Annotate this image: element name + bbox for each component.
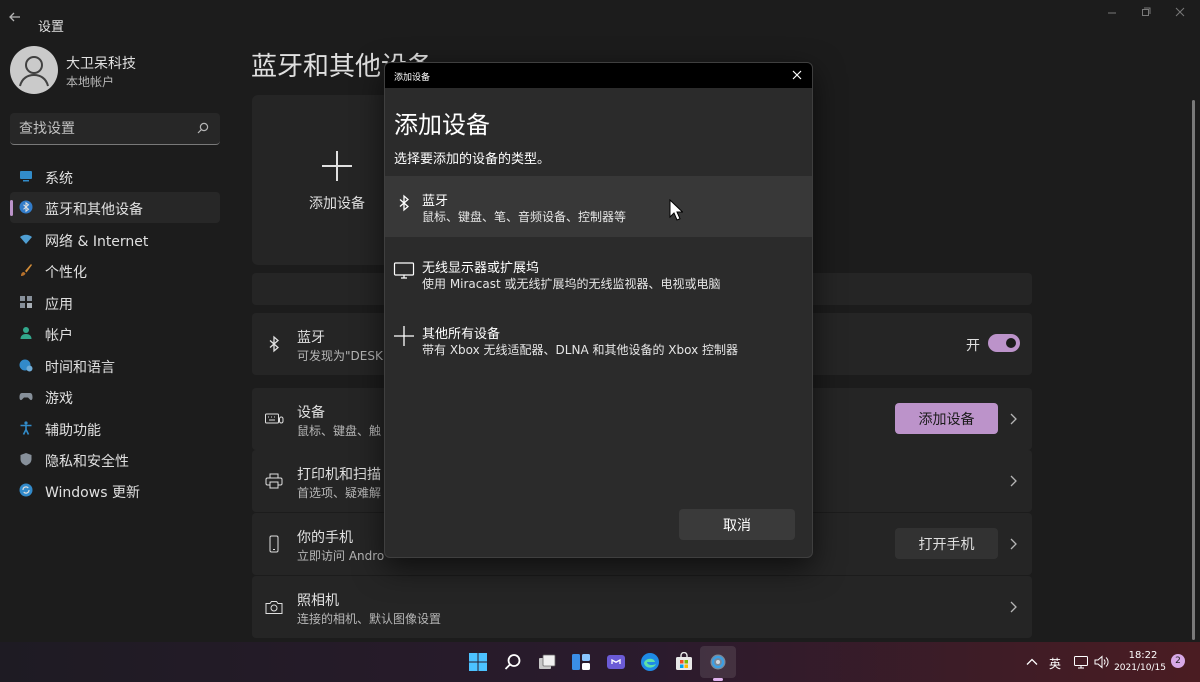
- chevron-up-icon[interactable]: [1025, 655, 1039, 669]
- option-title: 其他所有设备: [422, 327, 501, 342]
- taskbar: 英 18:22 2021/10/15 2: [0, 642, 1200, 682]
- settings-icon[interactable]: [708, 652, 728, 672]
- add-device-dialog: 添加设备 添加设备 选择要添加的设备的类型。 蓝牙 鼠标、键盘、笔、音频设备、控…: [384, 62, 813, 558]
- monitor-icon: [393, 262, 415, 279]
- dialog-caption: 添加设备: [394, 73, 431, 83]
- option-subtitle: 使用 Miracast 或无线扩展坞的无线监视器、电视或电脑: [422, 277, 721, 291]
- volume-icon[interactable]: [1093, 654, 1109, 670]
- task-view-icon[interactable]: [537, 652, 557, 672]
- plus-icon: [394, 326, 414, 346]
- teams-chat-icon[interactable]: [606, 652, 626, 672]
- dialog-description: 选择要添加的设备的类型。: [394, 152, 551, 167]
- notification-badge[interactable]: 2: [1171, 654, 1185, 668]
- option-subtitle: 鼠标、键盘、笔、音频设备、控制器等: [422, 210, 627, 224]
- option-everything-else[interactable]: 其他所有设备 带有 Xbox 无线适配器、DLNA 和其他设备的 Xbox 控制…: [385, 309, 812, 370]
- network-wired-icon[interactable]: [1073, 654, 1089, 670]
- option-title: 蓝牙: [422, 194, 449, 209]
- close-icon[interactable]: [790, 68, 804, 82]
- bluetooth-icon: [399, 194, 409, 212]
- edge-icon[interactable]: [640, 652, 660, 672]
- cancel-button[interactable]: 取消: [679, 509, 795, 540]
- widgets-icon[interactable]: [571, 652, 591, 672]
- active-app-indicator: [713, 678, 723, 681]
- ime-indicator[interactable]: 英: [1049, 655, 1061, 672]
- option-title: 无线显示器或扩展坞: [422, 261, 540, 276]
- dialog-title-bar: 添加设备: [385, 63, 812, 88]
- clock-date[interactable]: 2021/10/15: [1110, 663, 1170, 673]
- store-icon[interactable]: [674, 652, 694, 672]
- option-subtitle: 带有 Xbox 无线适配器、DLNA 和其他设备的 Xbox 控制器: [422, 343, 739, 357]
- clock-time[interactable]: 18:22: [1118, 650, 1168, 661]
- option-bluetooth[interactable]: 蓝牙 鼠标、键盘、笔、音频设备、控制器等: [385, 176, 812, 237]
- windows-start-icon[interactable]: [468, 652, 488, 672]
- search-icon[interactable]: [503, 652, 523, 672]
- dialog-heading: 添加设备: [394, 111, 490, 139]
- option-wireless-display[interactable]: 无线显示器或扩展坞 使用 Miracast 或无线扩展坞的无线监视器、电视或电脑: [385, 243, 812, 304]
- mouse-cursor-icon: [669, 199, 683, 221]
